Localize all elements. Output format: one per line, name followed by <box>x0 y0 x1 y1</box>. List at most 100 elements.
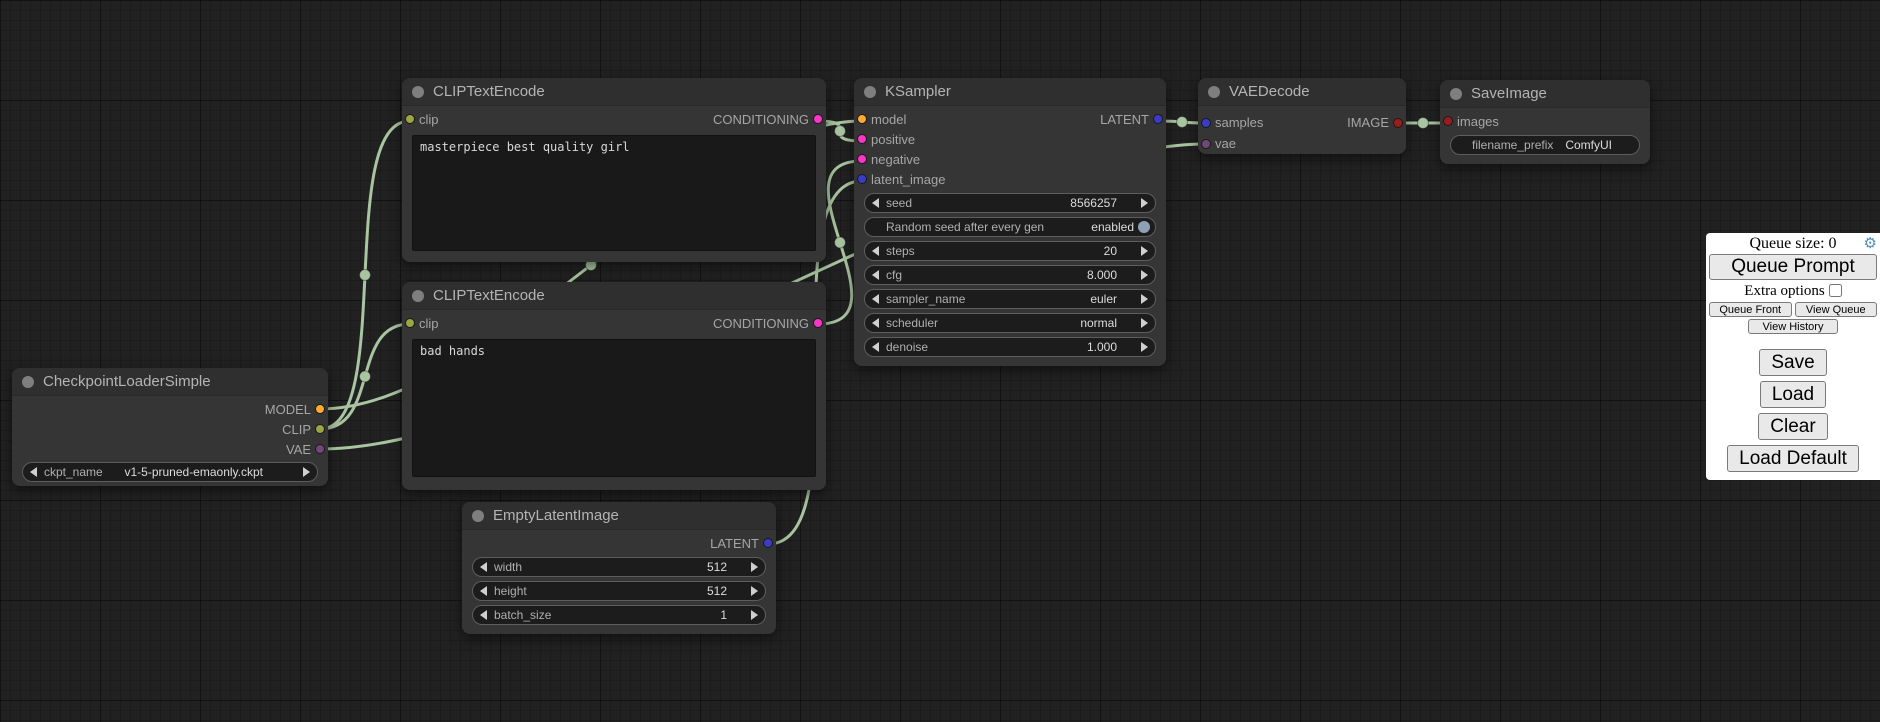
ckpt-name-combo-widget[interactable]: ckpt_name v1-5-pruned-emaonly.ckpt <box>22 462 318 482</box>
collapse-dot-icon[interactable] <box>472 510 484 522</box>
node-clip-text-encode-positive[interactable]: CLIPTextEncode clip CONDITIONING masterp… <box>402 78 826 262</box>
node-title-bar[interactable]: CLIPTextEncode <box>402 282 826 310</box>
load-button[interactable]: Load <box>1760 381 1826 408</box>
collapse-dot-icon[interactable] <box>864 86 876 98</box>
node-checkpoint-loader-simple[interactable]: CheckpointLoaderSimple MODEL CLIP VAE ck… <box>12 368 328 486</box>
prompt-textarea[interactable]: bad hands <box>412 339 816 477</box>
height-number-widget[interactable]: height 512 <box>472 581 766 601</box>
toggle-dot-icon[interactable] <box>1138 221 1150 233</box>
image-output-dot[interactable] <box>1393 118 1403 128</box>
decrement-arrow-icon[interactable] <box>872 246 879 256</box>
conditioning-output-dot[interactable] <box>813 318 823 328</box>
seed-number-widget[interactable]: seed 8566257 <box>864 193 1156 213</box>
filename-prefix-text-widget[interactable]: filename_prefix ComfyUI <box>1450 135 1640 155</box>
collapse-dot-icon[interactable] <box>412 290 424 302</box>
increment-arrow-icon[interactable] <box>1141 318 1148 328</box>
decrement-arrow-icon[interactable] <box>872 198 879 208</box>
node-title-bar[interactable]: CheckpointLoaderSimple <box>12 368 328 396</box>
node-clip-text-encode-negative[interactable]: CLIPTextEncode clip CONDITIONING bad han… <box>402 282 826 490</box>
decrement-arrow-icon[interactable] <box>480 586 487 596</box>
width-number-widget[interactable]: width 512 <box>472 557 766 577</box>
settings-gear-icon[interactable]: ⚙ <box>1864 236 1877 252</box>
decrement-arrow-icon[interactable] <box>872 294 879 304</box>
view-history-button[interactable]: View History <box>1748 319 1838 334</box>
latent-output-dot[interactable] <box>1153 114 1163 124</box>
clear-button[interactable]: Clear <box>1758 413 1827 440</box>
denoise-number-widget[interactable]: denoise 1.000 <box>864 337 1156 357</box>
slot-row-model-latent: model LATENT <box>854 109 1166 129</box>
decrement-arrow-icon[interactable] <box>480 610 487 620</box>
save-button[interactable]: Save <box>1759 349 1826 376</box>
view-queue-button[interactable]: View Queue <box>1795 302 1878 317</box>
model-input-dot[interactable] <box>857 114 867 124</box>
link-midpoint-dot[interactable] <box>360 371 371 382</box>
node-save-image[interactable]: SaveImage images filename_prefix ComfyUI <box>1440 80 1650 164</box>
sampler-name-combo-widget[interactable]: sampler_name euler <box>864 289 1156 309</box>
collapse-dot-icon[interactable] <box>1208 86 1220 98</box>
increment-arrow-icon[interactable] <box>303 467 310 477</box>
latent-image-input-dot[interactable] <box>857 174 867 184</box>
images-input-dot[interactable] <box>1443 116 1453 126</box>
slot-row-clip: clip CONDITIONING <box>402 313 826 333</box>
node-title-bar[interactable]: VAEDecode <box>1198 78 1406 106</box>
node-title-bar[interactable]: KSampler <box>854 78 1166 106</box>
node-title-bar[interactable]: CLIPTextEncode <box>402 78 826 106</box>
collapse-dot-icon[interactable] <box>412 86 424 98</box>
collapse-dot-icon[interactable] <box>22 376 34 388</box>
input-label: positive <box>871 132 915 147</box>
slot-row-positive: positive <box>854 129 1166 149</box>
clip-output-dot[interactable] <box>315 424 325 434</box>
input-label: model <box>871 112 906 127</box>
vae-output-dot[interactable] <box>315 444 325 454</box>
decrement-arrow-icon[interactable] <box>480 562 487 572</box>
batch-size-number-widget[interactable]: batch_size 1 <box>472 605 766 625</box>
widget-value: 1 <box>720 608 727 622</box>
negative-input-dot[interactable] <box>857 154 867 164</box>
widget-label: height <box>494 584 527 598</box>
cfg-number-widget[interactable]: cfg 8.000 <box>864 265 1156 285</box>
link-midpoint-dot[interactable] <box>1177 117 1188 128</box>
steps-number-widget[interactable]: steps 20 <box>864 241 1156 261</box>
clip-input-dot[interactable] <box>405 318 415 328</box>
widget-value: 1.000 <box>1087 340 1117 354</box>
random-seed-toggle-widget[interactable]: Random seed after every gen enabled <box>864 217 1156 237</box>
increment-arrow-icon[interactable] <box>751 562 758 572</box>
graph-canvas[interactable]: CheckpointLoaderSimple MODEL CLIP VAE ck… <box>0 0 1880 722</box>
positive-input-dot[interactable] <box>857 134 867 144</box>
queue-prompt-button[interactable]: Queue Prompt <box>1709 254 1877 280</box>
model-output-dot[interactable] <box>315 404 325 414</box>
vae-input-dot[interactable] <box>1201 139 1211 149</box>
increment-arrow-icon[interactable] <box>1141 270 1148 280</box>
increment-arrow-icon[interactable] <box>1141 294 1148 304</box>
queue-size-label: Queue size: 0 <box>1749 235 1836 252</box>
load-default-button[interactable]: Load Default <box>1727 445 1859 472</box>
increment-arrow-icon[interactable] <box>751 586 758 596</box>
decrement-arrow-icon[interactable] <box>872 342 879 352</box>
conditioning-output-dot[interactable] <box>813 114 823 124</box>
decrement-arrow-icon[interactable] <box>872 318 879 328</box>
link-midpoint-dot[interactable] <box>360 270 371 281</box>
increment-arrow-icon[interactable] <box>1141 342 1148 352</box>
link-midpoint-dot[interactable] <box>1418 118 1429 129</box>
increment-arrow-icon[interactable] <box>1141 198 1148 208</box>
node-empty-latent-image[interactable]: EmptyLatentImage LATENT width 512 height… <box>462 502 776 634</box>
queue-front-button[interactable]: Queue Front <box>1709 302 1792 317</box>
increment-arrow-icon[interactable] <box>1141 246 1148 256</box>
node-title-bar[interactable]: SaveImage <box>1440 80 1650 108</box>
node-title-bar[interactable]: EmptyLatentImage <box>462 502 776 530</box>
slot-row-latent-image: latent_image <box>854 169 1166 189</box>
node-vae-decode[interactable]: VAEDecode samples IMAGE vae <box>1198 78 1406 154</box>
samples-input-dot[interactable] <box>1201 118 1211 128</box>
latent-output-dot[interactable] <box>763 538 773 548</box>
increment-arrow-icon[interactable] <box>751 610 758 620</box>
extra-options-checkbox[interactable] <box>1829 284 1842 297</box>
decrement-arrow-icon[interactable] <box>30 467 37 477</box>
link-midpoint-dot[interactable] <box>835 126 846 137</box>
decrement-arrow-icon[interactable] <box>872 270 879 280</box>
collapse-dot-icon[interactable] <box>1450 88 1462 100</box>
node-ksampler[interactable]: KSampler model LATENT positive negative … <box>854 78 1166 366</box>
clip-input-dot[interactable] <box>405 114 415 124</box>
link-midpoint-dot[interactable] <box>835 237 846 248</box>
scheduler-combo-widget[interactable]: scheduler normal <box>864 313 1156 333</box>
prompt-textarea[interactable]: masterpiece best quality girl <box>412 135 816 251</box>
